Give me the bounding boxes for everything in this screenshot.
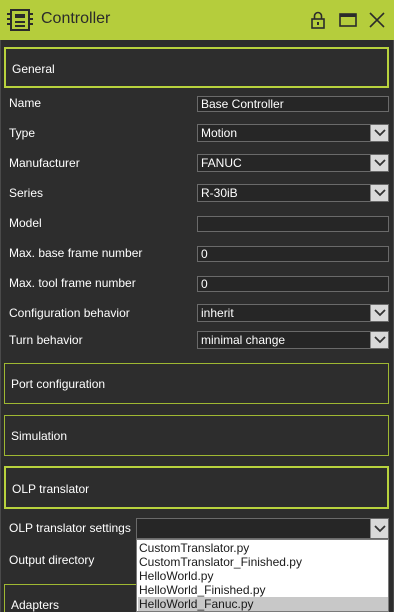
lock-icon[interactable] <box>308 10 328 30</box>
config-behavior-dropdown-button[interactable] <box>370 305 388 321</box>
section-olp-translator[interactable]: OLP translator <box>4 466 389 509</box>
model-label: Model <box>9 216 42 230</box>
series-combo[interactable]: R-30iB <box>197 184 389 202</box>
section-general-label: General <box>12 62 55 76</box>
olp-settings-combo[interactable] <box>136 518 389 539</box>
manufacturer-label: Manufacturer <box>9 156 80 170</box>
olp-settings-label: OLP translator settings <box>9 521 131 535</box>
turn-behavior-dropdown-button[interactable] <box>370 332 388 348</box>
section-simulation-label: Simulation <box>11 429 68 443</box>
olp-settings-dropdown-button[interactable] <box>370 519 388 538</box>
turn-behavior-label: Turn behavior <box>9 333 83 347</box>
chevron-down-icon <box>374 159 386 167</box>
type-value: Motion <box>201 126 238 140</box>
config-behavior-label: Configuration behavior <box>9 306 130 320</box>
config-behavior-combo[interactable]: inherit <box>197 304 389 322</box>
max-base-frame-field[interactable]: 0 <box>197 246 389 262</box>
name-field[interactable]: Base Controller <box>197 96 389 112</box>
output-directory-label: Output directory <box>9 553 95 567</box>
turn-behavior-combo[interactable]: minimal change <box>197 331 389 349</box>
turn-behavior-value: minimal change <box>201 333 286 347</box>
olp-settings-dropdown-list: CustomTranslator.py CustomTranslator_Fin… <box>136 539 389 612</box>
max-base-frame-label: Max. base frame number <box>9 246 143 260</box>
dropdown-option[interactable]: HelloWorld.py <box>138 569 388 583</box>
section-simulation[interactable]: Simulation <box>4 415 389 456</box>
name-label: Name <box>9 96 42 110</box>
close-icon[interactable] <box>367 10 387 30</box>
max-tool-frame-field[interactable]: 0 <box>197 276 389 292</box>
chevron-down-icon <box>374 525 386 533</box>
max-tool-frame-label: Max. tool frame number <box>9 276 136 290</box>
manufacturer-dropdown-button[interactable] <box>370 155 388 171</box>
series-label: Series <box>9 186 44 200</box>
window-title: Controller <box>41 10 111 27</box>
manufacturer-combo[interactable]: FANUC <box>197 154 389 172</box>
dropdown-option[interactable]: HelloWorld_Finished.py <box>138 583 388 597</box>
controller-icon <box>7 9 33 31</box>
dropdown-option[interactable]: CustomTranslator_Finished.py <box>138 555 388 569</box>
section-port-configuration[interactable]: Port configuration <box>4 363 389 404</box>
type-combo[interactable]: Motion <box>197 124 389 142</box>
config-behavior-value: inherit <box>201 306 234 320</box>
maximize-icon[interactable] <box>338 10 358 30</box>
series-value: R-30iB <box>201 186 238 200</box>
section-adapters-label: Adapters <box>11 598 60 612</box>
chevron-down-icon <box>374 336 386 344</box>
dropdown-option[interactable]: CustomTranslator.py <box>138 541 388 555</box>
dropdown-option-selected[interactable]: HelloWorld_Fanuc.py <box>138 597 388 611</box>
model-field[interactable] <box>197 216 389 232</box>
title-bar: Controller <box>0 0 394 40</box>
type-label: Type <box>9 126 36 140</box>
chevron-down-icon <box>374 309 386 317</box>
chevron-down-icon <box>374 129 386 137</box>
manufacturer-value: FANUC <box>201 156 242 170</box>
chevron-down-icon <box>374 189 386 197</box>
section-olp-translator-label: OLP translator <box>12 482 90 496</box>
section-general[interactable]: General <box>4 47 389 88</box>
series-dropdown-button[interactable] <box>370 185 388 201</box>
type-dropdown-button[interactable] <box>370 125 388 141</box>
section-port-configuration-label: Port configuration <box>11 377 106 391</box>
